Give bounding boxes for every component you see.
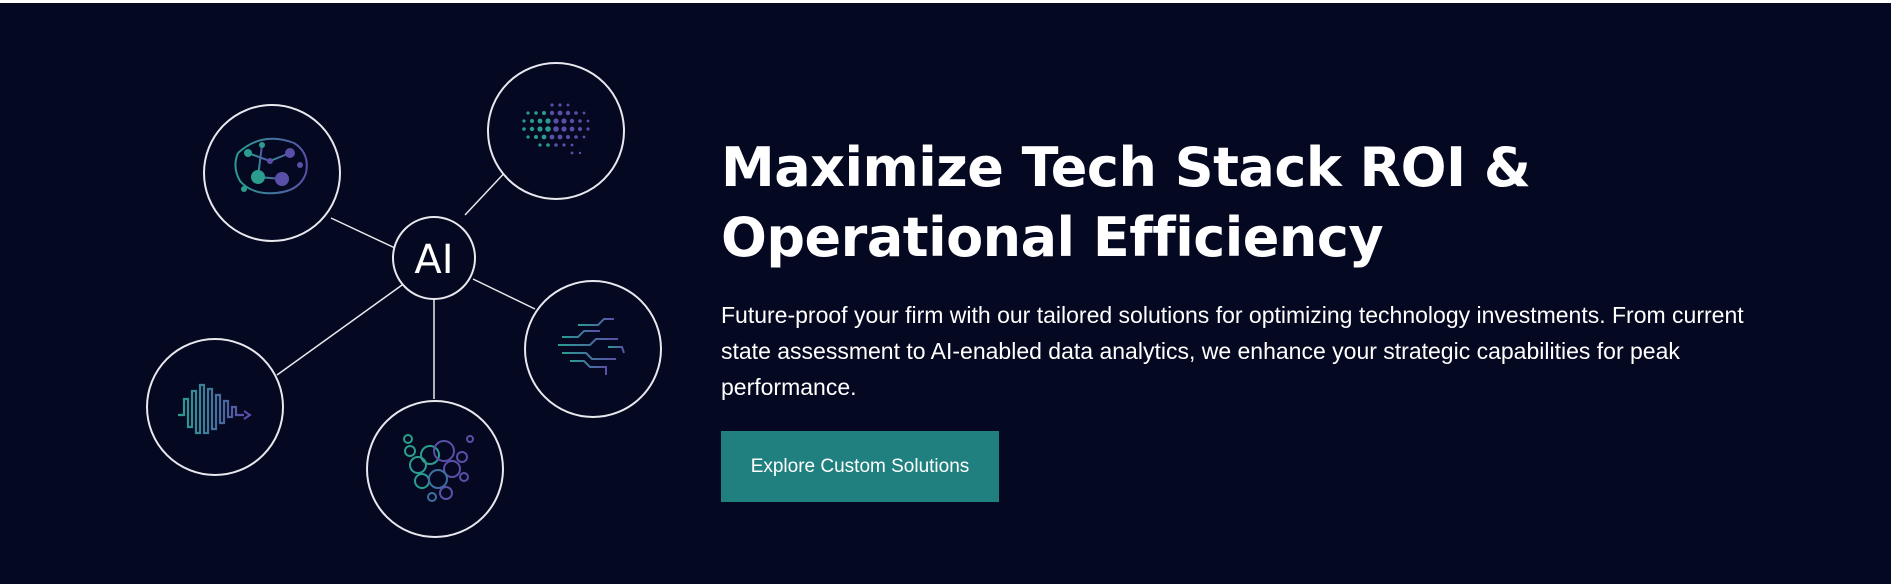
hero-description: Future-proof your firm with our tailored…: [721, 302, 1744, 400]
headline-line-2: Operational Efficiency: [721, 206, 1384, 269]
hero-content: Maximize Tech Stack ROI & Operational Ef…: [721, 133, 1771, 502]
bubble-cluster-icon: [366, 400, 504, 538]
dot-matrix-brain-icon: [487, 62, 625, 200]
ai-network-diagram: AI: [146, 62, 662, 538]
headline-line-1: Maximize Tech Stack ROI &: [721, 136, 1531, 199]
explore-custom-solutions-button[interactable]: Explore Custom Solutions: [721, 431, 999, 502]
hero-section: AI Maximize Tech Stack ROI & Operational…: [0, 3, 1891, 584]
ai-hub-label: AI: [414, 237, 453, 283]
circuit-brain-icon: [524, 280, 662, 418]
waveform-icon: [146, 338, 284, 476]
brain-network-icon: [203, 104, 341, 242]
ai-hub: AI: [392, 216, 476, 300]
hero-headline: Maximize Tech Stack ROI & Operational Ef…: [721, 133, 1771, 273]
